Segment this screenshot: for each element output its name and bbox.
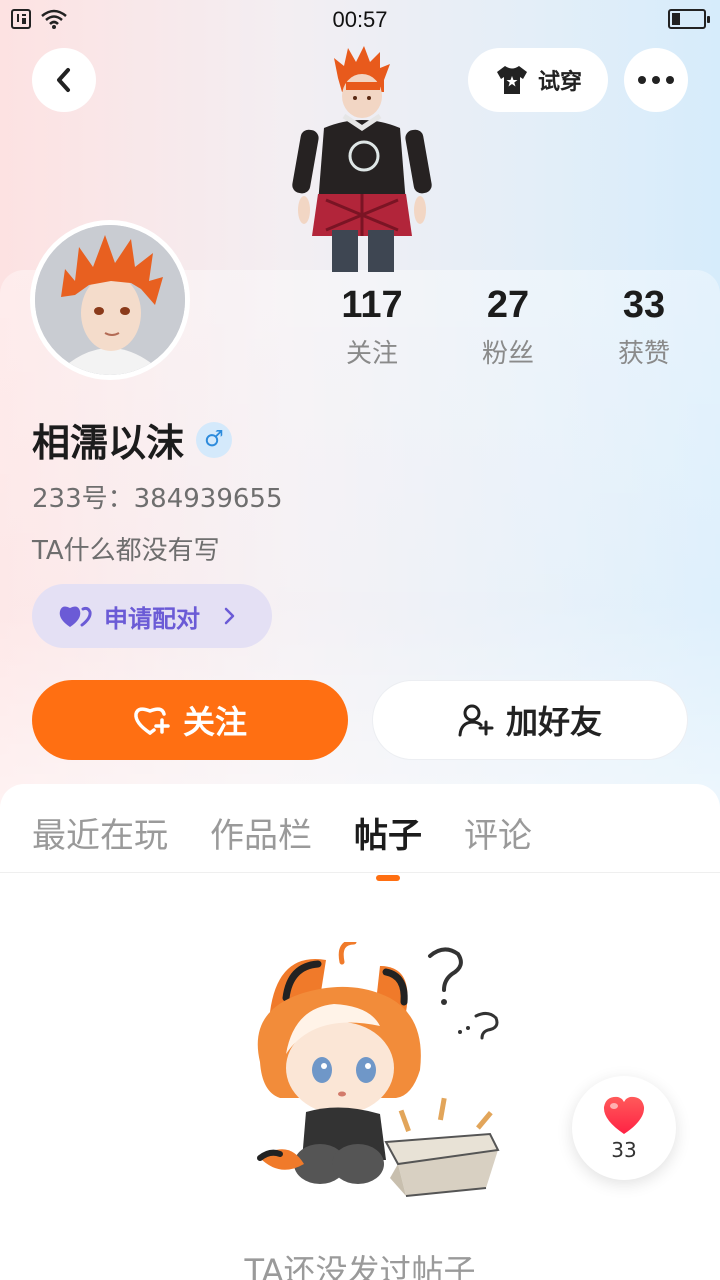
empty-state-illustration [257, 942, 500, 1197]
avatar-image [35, 225, 185, 375]
request-pair-button[interactable]: 申请配对 [32, 584, 272, 648]
follow-label: 关注 [182, 703, 247, 741]
add-friend-label: 加好友 [505, 703, 602, 741]
add-user-icon [458, 704, 494, 737]
tab-recently-played[interactable]: 最近在玩 [32, 808, 168, 857]
user-name: 相濡以沫 [32, 421, 185, 465]
content-tabs-panel: 最近在玩 作品栏 帖子 评论 TA还没发过帖子 [0, 784, 720, 1280]
empty-state-text: TA还没发过帖子 [244, 1252, 476, 1280]
try-on-button[interactable]: 试穿 [468, 48, 608, 112]
tab-posts-label: 帖子 [354, 816, 422, 856]
user-id: 233号：384939655 [32, 484, 283, 514]
stat-fans-label: 粉丝 [481, 339, 534, 369]
notification-icon [11, 9, 31, 29]
chevron-right-icon [224, 607, 235, 625]
follow-button[interactable]: 关注 [32, 680, 348, 760]
chevron-left-icon [57, 68, 70, 92]
name-row: 相濡以沫 ♂ [32, 412, 233, 467]
try-on-label: 试穿 [537, 70, 582, 95]
tab-bar: 最近在玩 作品栏 帖子 评论 [32, 808, 532, 881]
tab-comments[interactable]: 评论 [464, 808, 532, 857]
stat-following-label: 关注 [345, 339, 398, 369]
profile-stats: 117 关注 27 粉丝 33 获赞 [304, 284, 712, 370]
heart-icon [603, 1096, 645, 1134]
status-bar: 00:57 [0, 0, 720, 40]
male-gender-icon: ♂ [196, 421, 233, 458]
double-heart-icon [59, 606, 92, 627]
tabs-divider [0, 872, 720, 873]
stat-likes[interactable]: 33 获赞 [576, 284, 712, 370]
profile-avatar[interactable] [30, 220, 190, 380]
wifi-icon [41, 9, 67, 29]
stat-likes-label: 获赞 [617, 339, 670, 369]
floating-like-button[interactable]: 33 [572, 1076, 676, 1180]
active-tab-indicator [376, 875, 400, 881]
status-time: 00:57 [332, 7, 388, 32]
add-friend-button[interactable]: 加好友 [372, 680, 688, 760]
heart-plus-icon [134, 707, 170, 735]
stat-following[interactable]: 117 关注 [304, 284, 440, 370]
more-button[interactable] [624, 48, 688, 112]
back-button[interactable] [32, 48, 96, 112]
avatar-3d-figure [292, 46, 432, 272]
stat-fans[interactable]: 27 粉丝 [440, 284, 576, 370]
request-pair-label: 申请配对 [104, 604, 200, 633]
stat-likes-value: 33 [622, 284, 666, 326]
tab-posts[interactable]: 帖子 [354, 808, 422, 881]
stat-fans-value: 27 [486, 284, 530, 326]
like-count: 33 [611, 1138, 637, 1162]
battery-icon [668, 9, 710, 29]
tshirt-icon [496, 66, 527, 94]
user-bio: TA什么都没有写 [32, 536, 220, 566]
more-icon [638, 76, 674, 84]
tab-works[interactable]: 作品栏 [210, 808, 312, 857]
stat-following-value: 117 [341, 284, 403, 326]
